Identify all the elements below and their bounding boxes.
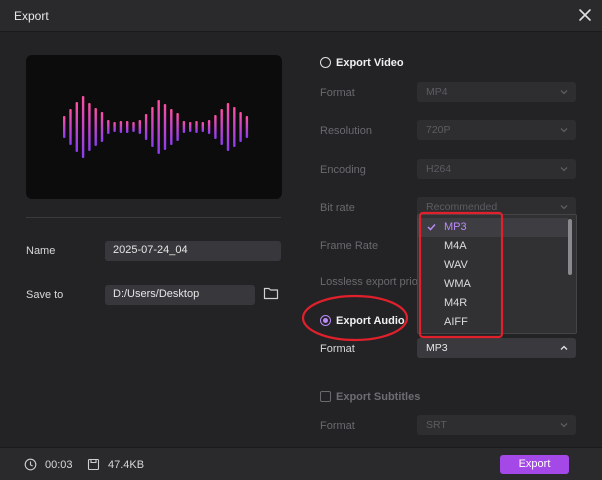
option-label: M4R <box>444 297 468 309</box>
waveform-bar <box>107 120 110 134</box>
waveform-bar <box>189 122 192 132</box>
frame-rate-label: Frame Rate <box>320 240 379 252</box>
waveform-bar <box>63 116 66 138</box>
export-subtitles-checkbox[interactable] <box>320 391 331 402</box>
waveform-bar <box>75 102 78 152</box>
audio-format-select[interactable]: MP3 <box>417 338 576 358</box>
chevron-up-icon <box>560 345 568 350</box>
name-input[interactable]: 2025-07-24_04 <box>105 241 281 261</box>
encoding-value: H264 <box>426 163 452 175</box>
resolution-value: 720P <box>426 124 451 136</box>
waveform-bar <box>176 113 179 141</box>
save-to-label: Save to <box>26 289 64 301</box>
waveform <box>63 96 249 158</box>
waveform-bar <box>81 96 85 158</box>
waveform-bar <box>195 121 198 133</box>
waveform-bar <box>239 112 242 142</box>
audio-format-dropdown[interactable]: MP3 M4A WAV WMA M4R AIFF <box>417 214 577 334</box>
waveform-bar <box>226 103 230 151</box>
subtitle-format-value: SRT <box>426 419 447 431</box>
save-path-input[interactable]: D:/Users/Desktop <box>105 285 255 305</box>
waveform-bar <box>245 116 249 138</box>
chevron-down-icon <box>560 167 568 172</box>
waveform-bar <box>163 104 167 150</box>
waveform-bar <box>132 122 135 132</box>
dropdown-option-wma[interactable]: WMA <box>418 275 568 294</box>
option-label: MP3 <box>444 221 467 233</box>
check-icon <box>427 223 436 231</box>
duration-text: 00:03 <box>45 459 73 471</box>
encoding-select[interactable]: H264 <box>417 159 576 179</box>
waveform-bar <box>207 120 211 134</box>
dropdown-option-m4a[interactable]: M4A <box>418 237 568 256</box>
waveform-bar <box>220 109 223 145</box>
divider <box>26 217 281 218</box>
waveform-bar <box>88 103 91 151</box>
dropdown-option-wav[interactable]: WAV <box>418 256 568 275</box>
export-audio-radio[interactable] <box>320 315 331 326</box>
waveform-bar <box>69 109 72 145</box>
resolution-label: Resolution <box>320 125 372 137</box>
lossless-label: Lossless export prio <box>320 276 418 288</box>
video-format-label: Format <box>320 87 355 99</box>
subtitle-format-select[interactable]: SRT <box>417 415 576 435</box>
window-title: Export <box>14 9 49 23</box>
clock-icon <box>24 458 37 471</box>
export-video-heading: Export Video <box>336 57 404 69</box>
file-size-text: 47.4KB <box>108 459 145 471</box>
export-subtitles-heading: Export Subtitles <box>336 391 421 403</box>
chevron-down-icon <box>560 90 568 95</box>
audio-preview <box>26 55 282 199</box>
footer-bar: 00:03 47.4KB Export <box>0 447 602 480</box>
folder-icon[interactable] <box>263 286 279 300</box>
waveform-bar <box>182 121 186 133</box>
name-label: Name <box>26 245 56 257</box>
audio-format-label: Format <box>320 343 355 355</box>
export-video-radio[interactable] <box>320 57 331 68</box>
option-label: WMA <box>444 278 471 290</box>
waveform-bar <box>138 120 141 134</box>
title-bar: Export <box>0 0 602 32</box>
bit-rate-value: Recommended <box>426 201 498 213</box>
dropdown-option-aiff[interactable]: AIFF <box>418 313 568 332</box>
chevron-down-icon <box>560 205 568 210</box>
subtitle-format-label: Format <box>320 420 355 432</box>
export-audio-heading: Export Audio <box>336 315 405 327</box>
option-label: M4A <box>444 240 467 252</box>
waveform-bar <box>170 109 173 145</box>
waveform-bar <box>144 114 148 140</box>
waveform-bar <box>214 115 217 139</box>
waveform-bar <box>151 107 154 147</box>
waveform-bar <box>100 112 104 142</box>
waveform-bar <box>126 121 129 133</box>
waveform-bar <box>157 100 160 154</box>
resolution-select[interactable]: 720P <box>417 120 576 140</box>
waveform-bar <box>233 107 236 147</box>
chevron-down-icon <box>560 423 568 428</box>
dropdown-option-m4r[interactable]: M4R <box>418 294 568 313</box>
close-icon[interactable] <box>576 6 594 24</box>
option-label: AIFF <box>444 316 468 328</box>
export-button[interactable]: Export <box>500 455 569 474</box>
encoding-label: Encoding <box>320 164 366 176</box>
waveform-bar <box>201 122 204 132</box>
dropdown-scrollbar[interactable] <box>568 219 572 275</box>
video-format-select[interactable]: MP4 <box>417 82 576 102</box>
chevron-down-icon <box>560 128 568 133</box>
waveform-bar <box>119 121 123 133</box>
file-icon <box>87 458 100 471</box>
waveform-bar <box>94 108 97 146</box>
bit-rate-label: Bit rate <box>320 202 355 214</box>
waveform-bar <box>113 122 116 132</box>
video-format-value: MP4 <box>426 86 448 98</box>
option-label: WAV <box>444 259 468 271</box>
audio-format-value: MP3 <box>426 342 448 354</box>
dropdown-option-mp3[interactable]: MP3 <box>418 218 568 237</box>
